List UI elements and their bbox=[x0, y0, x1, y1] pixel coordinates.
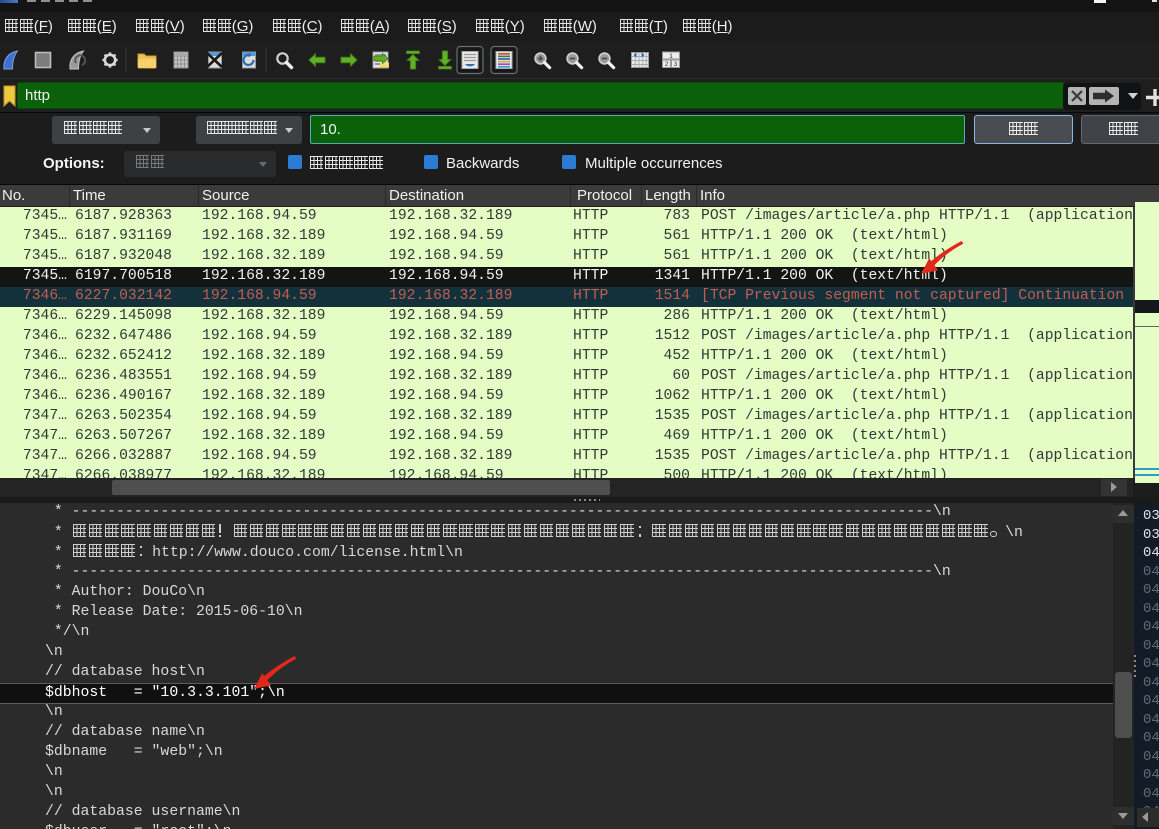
svg-text:2: 2 bbox=[665, 61, 669, 68]
svg-text:3: 3 bbox=[674, 61, 678, 68]
svg-text:1: 1 bbox=[669, 53, 673, 60]
